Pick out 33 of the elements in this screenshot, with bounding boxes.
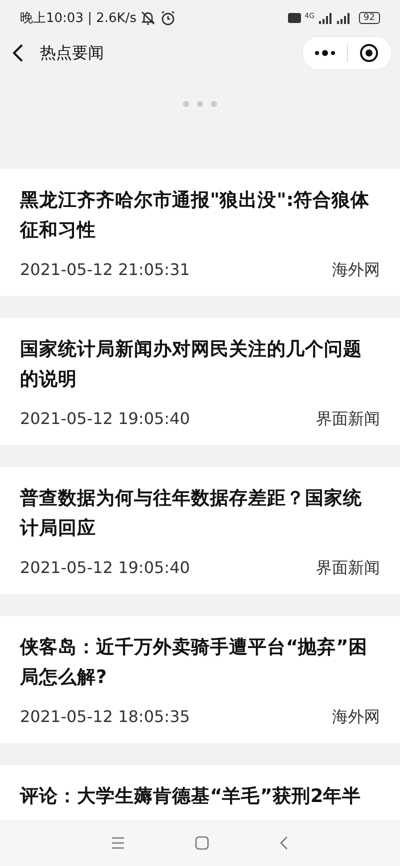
home-button[interactable] [195,836,209,850]
loading-icon [183,101,217,107]
alarm-icon [160,10,176,26]
news-card[interactable]: 评论：大学生薅肯德基“羊毛”获刑2年半 [0,765,400,820]
signal-icon [336,12,351,24]
news-title: 评论：大学生薅肯德基“羊毛”获刑2年半 [20,785,362,809]
news-title: 侠客岛：近千万外卖骑手遭平台“抛弃”困局怎么解? [20,636,368,690]
news-card[interactable]: 黑龙江齐齐哈尔市通报"狼出没":符合狼体征和习性 2021-05-12 21:05:31 海外网 [0,169,400,296]
status-time: 晚上10:03 | 2.6K/s [20,10,136,26]
news-card[interactable]: 普查数据为何与往年数据存差距？国家统计局回应 2021-05-12 19:05:40 界面新闻 [0,467,400,594]
menu-button[interactable] [111,837,125,849]
news-source: 界面新闻 [316,409,380,430]
news-title: 国家统计局新闻办对网民关注的几个问题的说明 [20,338,363,392]
news-card[interactable]: 国家统计局新闻办对网民关注的几个问题的说明 2021-05-12 19:05:40 界面新闻 [0,318,400,445]
news-source: 界面新闻 [316,558,380,579]
news-time: 2021-05-12 18:05:35 [20,707,190,728]
news-source: 海外网 [332,260,380,281]
more-icon [314,50,336,56]
page-title: 热点要闻 [40,42,105,64]
back-button[interactable] [279,836,289,850]
target-icon [359,43,380,63]
news-time: 2021-05-12 21:05:31 [20,260,190,281]
news-time: 2021-05-12 19:05:40 [20,409,190,430]
mute-icon [140,10,156,26]
hd-icon [288,12,301,22]
battery-indicator: 92 [358,12,380,24]
news-time: 2021-05-12 19:05:40 [20,558,190,579]
news-source: 海外网 [332,707,380,728]
news-card[interactable]: 侠客岛：近千万外卖骑手遭平台“抛弃”困局怎么解? 2021-05-12 18:05:35 海外网 [0,616,400,743]
back-icon[interactable] [12,43,24,63]
signal-icon [318,12,333,24]
news-title: 黑龙江齐齐哈尔市通报"狼出没":符合狼体征和习性 [20,189,371,243]
news-title: 普查数据为何与往年数据存差距？国家统计局回应 [20,486,363,541]
